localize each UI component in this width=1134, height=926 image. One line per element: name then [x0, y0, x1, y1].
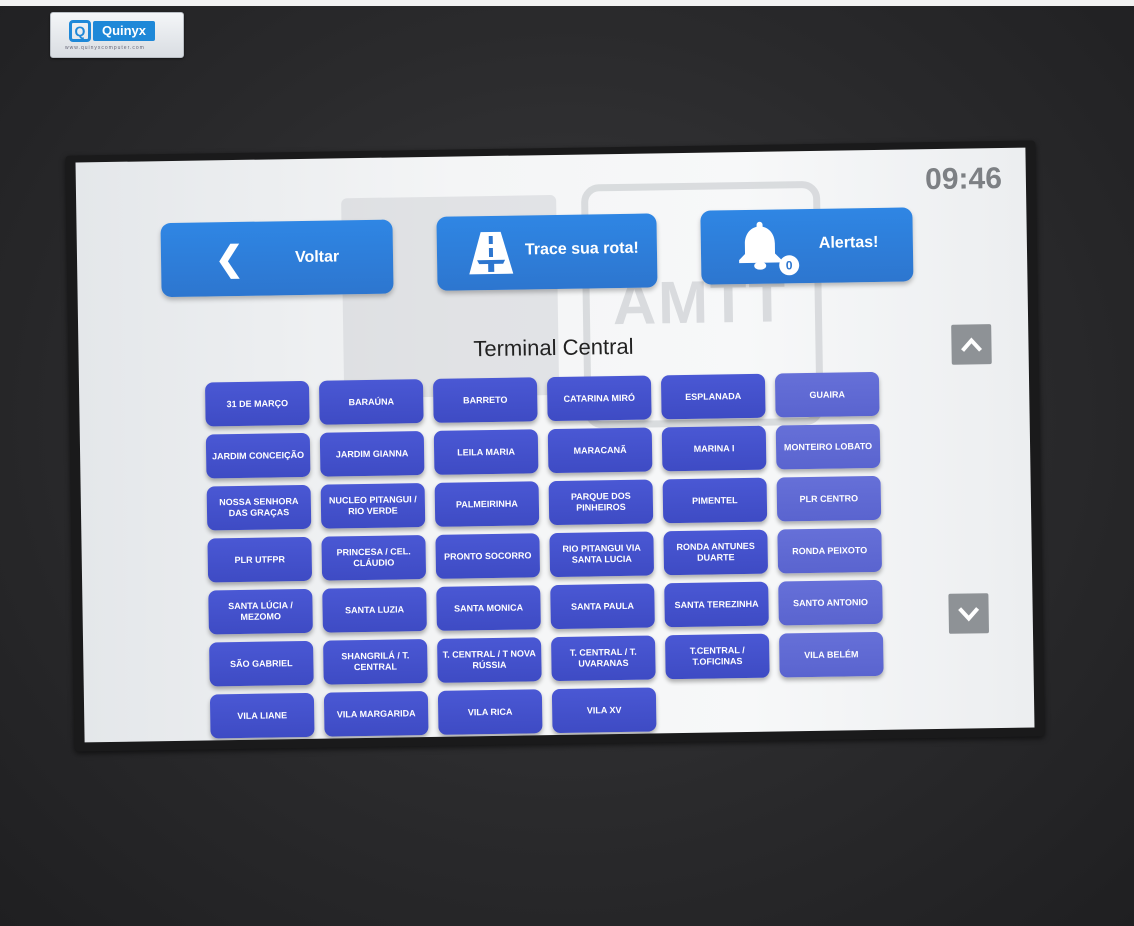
trace-route-button[interactable]: Trace sua rota!: [436, 213, 658, 291]
chevron-down-icon: [958, 607, 980, 622]
back-button[interactable]: ❮ Voltar: [160, 219, 394, 298]
alerts-button[interactable]: 0 Alertas!: [700, 207, 914, 285]
route-button[interactable]: VILA LIANE: [209, 692, 315, 739]
route-button[interactable]: JARDIM GIANNA: [319, 431, 425, 477]
logo-url: www.quinyxcomputer.com: [65, 45, 145, 51]
route-button[interactable]: VILA MARGARIDA: [323, 691, 429, 737]
route-button[interactable]: SANTO ANTONIO: [778, 579, 883, 626]
route-button[interactable]: PIMENTEL: [662, 477, 768, 524]
route-button[interactable]: SANTA LÚCIA / MEZOMO: [208, 588, 313, 635]
route-button[interactable]: MONTEIRO LOBATO: [775, 423, 881, 470]
route-button[interactable]: T.CENTRAL / T.OFICINAS: [665, 633, 770, 680]
route-button[interactable]: VILA BELÉM: [778, 631, 884, 678]
quinyx-q-icon: Q: [69, 20, 91, 42]
clock: 09:46: [924, 161, 1003, 197]
route-button[interactable]: 31 DE MARÇO: [204, 380, 310, 427]
route-button[interactable]: SHANGRILÁ / T. CENTRAL: [323, 639, 428, 685]
trace-route-label: Trace sua rota!: [524, 239, 639, 259]
quinyx-logo: Q Quinyx www.quinyxcomputer.com: [50, 12, 184, 58]
route-button[interactable]: SANTA LUZIA: [322, 587, 427, 633]
route-button[interactable]: PARQUE DOS PINHEIROS: [548, 479, 654, 526]
scroll-down-button[interactable]: [948, 593, 990, 634]
route-button[interactable]: NOSSA SENHORA DAS GRAÇAS: [206, 484, 312, 531]
alerts-label: Alertas!: [818, 233, 879, 252]
route-button[interactable]: SANTA PAULA: [550, 583, 655, 630]
route-button[interactable]: RONDA PEIXOTO: [777, 527, 883, 574]
route-button[interactable]: BARRETO: [432, 377, 538, 423]
alert-count-badge: 0: [779, 255, 800, 276]
chevron-up-icon: [961, 337, 983, 352]
route-button[interactable]: PALMEIRINHA: [434, 481, 540, 527]
route-button[interactable]: PRINCESA / CEL. CLÁUDIO: [321, 535, 427, 581]
route-button[interactable]: MARINA I: [661, 425, 767, 472]
route-button[interactable]: T. CENTRAL / T NOVA RÚSSIA: [437, 637, 542, 683]
scroll-up-button[interactable]: [951, 324, 992, 365]
route-button[interactable]: LEILA MARIA: [433, 429, 539, 475]
kiosk-screen: AMTT 09:46 ❮ Voltar Trace sua rota! 0 Al…: [75, 147, 1035, 743]
bell-icon: [739, 221, 782, 270]
logo-name: Quinyx: [93, 21, 155, 41]
route-button[interactable]: SÃO GABRIEL: [209, 640, 314, 687]
chevron-left-icon: ❮: [214, 239, 244, 279]
route-button[interactable]: T. CENTRAL / T. UVARANAS: [551, 635, 656, 682]
route-button[interactable]: SANTA MONICA: [436, 585, 541, 631]
back-label: Voltar: [294, 248, 340, 267]
route-button[interactable]: PRONTO SOCORRO: [435, 533, 541, 579]
road-icon: [469, 231, 514, 275]
route-button[interactable]: RONDA ANTUNES DUARTE: [663, 529, 769, 576]
route-button[interactable]: BARAÚNA: [318, 379, 424, 425]
route-button[interactable]: VILA XV: [551, 687, 657, 734]
route-button[interactable]: VILA RICA: [437, 689, 543, 735]
wall-edge: [0, 0, 1134, 6]
route-button[interactable]: NUCLEO PITANGUI / RIO VERDE: [320, 483, 426, 529]
route-button[interactable]: MARACANÃ: [547, 427, 653, 474]
route-button[interactable]: SANTA TEREZINHA: [664, 581, 769, 628]
route-button[interactable]: CATARINA MIRÓ: [546, 375, 652, 422]
route-button[interactable]: JARDIM CONCEIÇÃO: [205, 432, 311, 479]
route-button[interactable]: PLR CENTRO: [776, 475, 882, 522]
route-button[interactable]: GUAIRA: [774, 371, 880, 418]
route-button[interactable]: ESPLANADA: [660, 373, 766, 420]
route-button[interactable]: RIO PITANGUI VIA SANTA LUCIA: [549, 531, 655, 578]
route-button[interactable]: PLR UTFPR: [207, 536, 313, 583]
